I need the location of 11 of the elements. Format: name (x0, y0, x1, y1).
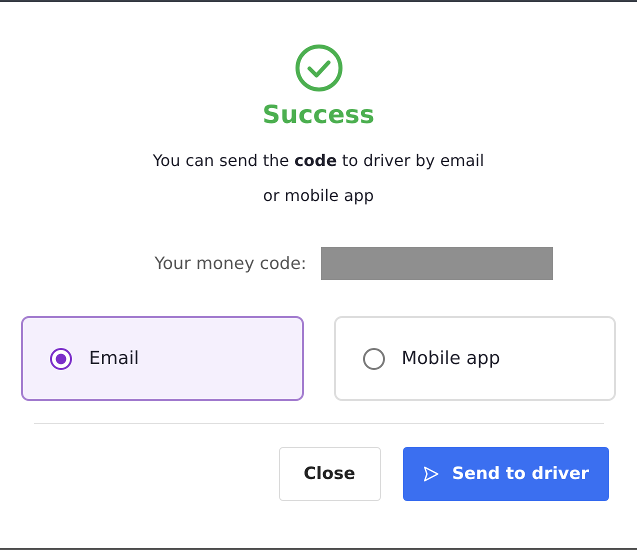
radio-option[interactable]: Mobile app (334, 316, 616, 401)
radio-button[interactable] (362, 348, 384, 370)
code-label: Your money code: (154, 254, 307, 274)
send-icon (422, 465, 440, 483)
radio-button[interactable] (50, 348, 72, 370)
close-button[interactable]: Close (278, 447, 380, 501)
radio-option[interactable]: Email (21, 316, 304, 401)
message-text: You can send the code to driver by email or mobile app (152, 150, 484, 207)
send-button[interactable]: Send to driver (402, 447, 608, 501)
dialog-title: Success (262, 100, 375, 129)
check-circle-icon (294, 44, 342, 92)
